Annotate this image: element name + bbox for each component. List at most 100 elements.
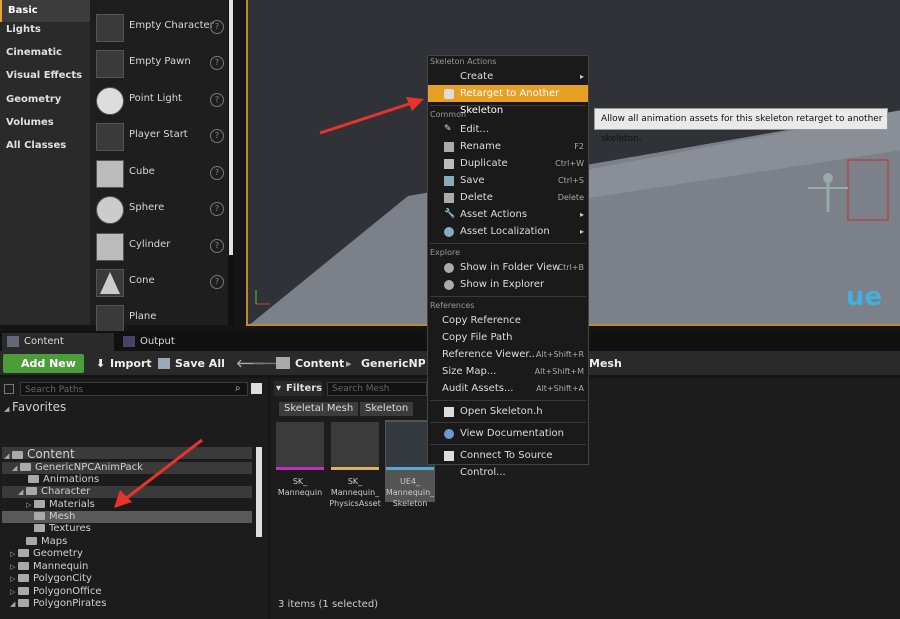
tree-materials[interactable]: ▷ Materials	[26, 499, 95, 511]
tree-animations[interactable]: Animations	[28, 474, 99, 486]
tree-mannequin[interactable]: ▷ Mannequin	[10, 561, 88, 573]
menu-connect-source-control[interactable]: Connect To Source Control...	[428, 447, 588, 478]
tree-character[interactable]: ◢ Character	[18, 486, 90, 498]
tooltip: Allow all animation assets for this skel…	[594, 108, 888, 144]
menu-view-documentation[interactable]: View Documentation	[428, 425, 588, 442]
import-icon: ⬇	[96, 357, 106, 370]
tab-output-log[interactable]: Output Log	[118, 333, 198, 365]
folder-icon	[34, 512, 45, 520]
character-icon	[96, 14, 124, 42]
filter-chip-skeletal-mesh[interactable]: Skeletal Mesh	[279, 402, 359, 416]
annotation-arrow-icon	[114, 438, 203, 508]
menu-create[interactable]: Create ▸	[428, 68, 588, 85]
rename-icon	[444, 142, 454, 152]
menu-show-in-folder-view[interactable]: Show in Folder View Ctrl+B	[428, 259, 588, 276]
folder-icon	[20, 463, 31, 471]
tree-scrollbar[interactable]	[256, 447, 262, 537]
search-mesh-input[interactable]: Search Mesh	[327, 382, 427, 396]
menu-delete[interactable]: Delete Delete	[428, 189, 588, 206]
duplicate-icon	[444, 159, 454, 169]
import-button[interactable]: ⬇ Import	[96, 354, 152, 373]
menu-asset-localization[interactable]: Asset Localization ▸	[428, 223, 588, 240]
folder-icon	[34, 500, 45, 508]
filters-button[interactable]: ▾ Filters	[274, 381, 322, 396]
tree-polygoncity[interactable]: ▷ PolygonCity	[10, 573, 92, 585]
status-text: 3 items (1 selected)	[278, 599, 379, 610]
help-icon[interactable]: ?	[210, 20, 224, 34]
filter-chip-skeleton[interactable]: Skeleton	[360, 402, 414, 416]
view-options-icon[interactable]	[251, 383, 262, 394]
actor-cylinder[interactable]: Cylinder?	[90, 229, 228, 265]
menu-duplicate[interactable]: Duplicate Ctrl+W	[428, 155, 588, 172]
tree-textures[interactable]: Textures	[34, 523, 91, 535]
favorites-header[interactable]: ◢ Favorites	[4, 401, 66, 413]
actor-sphere[interactable]: Sphere?	[90, 192, 228, 228]
tree-content[interactable]: ◢ Content	[4, 448, 75, 460]
breadcrumb-mesh[interactable]: Mesh	[589, 354, 622, 373]
menu-audit-assets[interactable]: Audit Assets... Alt+Shift+A	[428, 380, 588, 397]
actor-empty-pawn[interactable]: Empty Pawn?	[90, 46, 228, 82]
help-icon[interactable]: ?	[210, 275, 224, 289]
save-all-button[interactable]: Save All	[158, 354, 225, 373]
actor-cone[interactable]: Cone?	[90, 265, 228, 301]
breadcrumb-generic[interactable]: GenericNPCA	[361, 354, 425, 373]
svg-text:ue: ue	[846, 282, 882, 312]
menu-retarget[interactable]: Retarget to Another Skeleton	[428, 85, 588, 116]
folder-icon	[28, 475, 39, 483]
menu-save[interactable]: Save Ctrl+S	[428, 172, 588, 189]
breadcrumb-separator[interactable]: ▸	[346, 354, 352, 373]
add-filter-icon[interactable]	[4, 384, 14, 394]
folder-icon	[18, 574, 29, 582]
plane-icon	[96, 305, 124, 333]
help-icon[interactable]: ?	[210, 202, 224, 216]
search-icon	[444, 263, 454, 273]
menu-copy-reference[interactable]: Copy Reference	[428, 312, 588, 329]
menu-asset-actions[interactable]: 🔧 Asset Actions ▸	[428, 206, 588, 223]
tree-polygonpirates[interactable]: ◢ PolygonPirates	[10, 598, 106, 610]
category-all-classes[interactable]: All Classes	[0, 135, 90, 157]
content-browser-icon	[7, 336, 19, 347]
mesh-thumbnail	[276, 422, 324, 468]
search-paths-input[interactable]: Search Paths	[20, 382, 248, 396]
menu-size-map[interactable]: Size Map... Alt+Shift+M	[428, 363, 588, 380]
actor-player-start[interactable]: Player Start?	[90, 119, 228, 155]
breadcrumb-content[interactable]: Content	[295, 354, 344, 373]
cylinder-icon	[96, 233, 124, 261]
actor-cube[interactable]: Cube?	[90, 156, 228, 192]
folder-icon	[26, 537, 37, 545]
menu-show-in-explorer[interactable]: Show in Explorer	[428, 276, 588, 293]
actor-list-scrollbar[interactable]	[228, 0, 234, 325]
category-cinematic[interactable]: Cinematic	[0, 42, 90, 64]
asset-tile[interactable]: SK_ Mannequin_ PhysicsAsset	[329, 420, 381, 508]
add-new-button[interactable]: Add New ▾	[3, 354, 84, 389]
tree-polygonoffice[interactable]: ▷ PolygonOffice	[10, 586, 101, 598]
help-icon[interactable]: ?	[210, 166, 224, 180]
folder-icon	[18, 587, 29, 595]
help-icon[interactable]: ?	[210, 129, 224, 143]
folder-icon	[12, 450, 23, 459]
menu-reference-viewer[interactable]: Reference Viewer... Alt+Shift+R	[428, 346, 588, 363]
help-icon[interactable]: ?	[210, 56, 224, 70]
actor-point-light[interactable]: Point Light?	[90, 83, 228, 119]
menu-copy-file-path[interactable]: Copy File Path	[428, 329, 588, 346]
edit-icon: ✎	[444, 124, 452, 134]
tree-maps[interactable]: Maps	[26, 536, 67, 548]
category-visual-effects[interactable]: Visual Effects	[0, 65, 90, 87]
actor-empty-character[interactable]: Empty Character?	[90, 10, 228, 46]
help-icon[interactable]: ?	[210, 239, 224, 253]
menu-rename[interactable]: Rename F2	[428, 138, 588, 155]
asset-tile[interactable]: SK_ Mannequin	[275, 420, 325, 502]
menu-edit[interactable]: ✎ Edit...	[428, 121, 588, 138]
tab-content-browser[interactable]: Content Browser	[2, 333, 114, 365]
save-icon	[444, 176, 454, 186]
physics-asset-thumbnail	[331, 422, 379, 468]
tree-mesh[interactable]: Mesh	[34, 511, 75, 523]
menu-open-header[interactable]: Open Skeleton.h	[428, 403, 588, 420]
globe-icon	[444, 227, 454, 237]
category-lights[interactable]: Lights	[0, 19, 90, 41]
help-icon[interactable]: ?	[210, 93, 224, 107]
category-volumes[interactable]: Volumes	[0, 112, 90, 134]
tree-geometry[interactable]: ▷ Geometry	[10, 548, 83, 560]
category-geometry[interactable]: Geometry	[0, 89, 90, 111]
annotation-arrow-icon	[319, 97, 424, 135]
